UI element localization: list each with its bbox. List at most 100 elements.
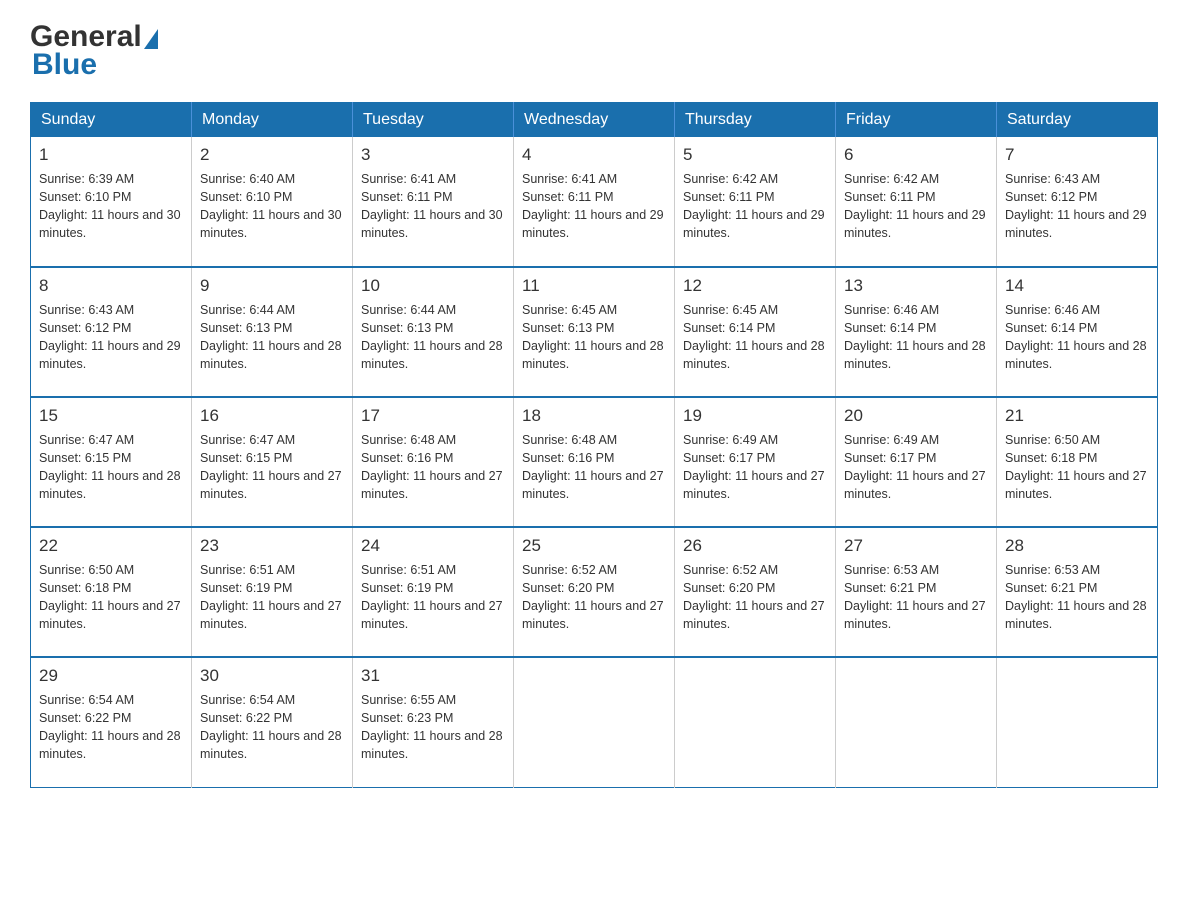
day-daylight: Daylight: 11 hours and 28 minutes. (361, 339, 503, 371)
day-sunset: Sunset: 6:13 PM (361, 321, 453, 335)
calendar-day-cell: 22Sunrise: 6:50 AMSunset: 6:18 PMDayligh… (31, 527, 192, 657)
weekday-header-monday: Monday (192, 103, 353, 138)
day-sunrise: Sunrise: 6:53 AM (844, 563, 939, 577)
day-number: 23 (200, 534, 344, 558)
calendar-day-cell: 11Sunrise: 6:45 AMSunset: 6:13 PMDayligh… (514, 267, 675, 397)
day-number: 28 (1005, 534, 1149, 558)
day-sunset: Sunset: 6:17 PM (683, 451, 775, 465)
calendar-week-row: 15 Sunrise: 6:47 AM Sunset: 6:15 PM Dayligh… (31, 397, 1158, 527)
day-number: 8 (39, 274, 183, 298)
day-daylight: Daylight: 11 hours and 27 minutes. (200, 599, 342, 631)
day-number: 3 (361, 143, 505, 167)
calendar-day-cell: 27Sunrise: 6:53 AMSunset: 6:21 PMDayligh… (836, 527, 997, 657)
day-number: 10 (361, 274, 505, 298)
day-sunset: Sunset: 6:23 PM (361, 711, 453, 725)
day-sunset: Sunset: 6:16 PM (522, 451, 614, 465)
day-sunset: Sunset: 6:21 PM (1005, 581, 1097, 595)
day-sunset: Sunset: 6:12 PM (39, 321, 131, 335)
day-sunrise: Sunrise: 6:51 AM (200, 563, 295, 577)
day-sunset: Sunset: 6:19 PM (361, 581, 453, 595)
day-sunrise: Sunrise: 6:48 AM (522, 433, 617, 447)
day-number: 25 (522, 534, 666, 558)
day-sunrise: Sunrise: 6:45 AM (683, 303, 778, 317)
day-sunrise: Sunrise: 6:46 AM (1005, 303, 1100, 317)
day-sunrise: Sunrise: 6:44 AM (200, 303, 295, 317)
day-sunset: Sunset: 6:13 PM (522, 321, 614, 335)
day-sunset: Sunset: 6:18 PM (1005, 451, 1097, 465)
calendar-day-cell (997, 657, 1158, 787)
day-sunrise: Sunrise: 6:49 AM (683, 433, 778, 447)
calendar-week-row: 8 Sunrise: 6:43 AM Sunset: 6:12 PM Daylight… (31, 267, 1158, 397)
calendar-day-cell: 4Sunrise: 6:41 AMSunset: 6:11 PMDaylight… (514, 137, 675, 267)
day-number: 12 (683, 274, 827, 298)
day-number: 2 (200, 143, 344, 167)
day-number: 11 (522, 274, 666, 298)
day-sunset: Sunset: 6:13 PM (200, 321, 292, 335)
calendar-day-cell: 7Sunrise: 6:43 AMSunset: 6:12 PMDaylight… (997, 137, 1158, 267)
calendar-day-cell: 12 Sunrise: 6:45 AM Sunset: 6:14 PM Dayligh… (675, 267, 836, 397)
calendar-day-cell: 25Sunrise: 6:52 AMSunset: 6:20 PMDayligh… (514, 527, 675, 657)
day-sunset: Sunset: 6:15 PM (39, 451, 131, 465)
day-number: 26 (683, 534, 827, 558)
day-number: 15 (39, 404, 183, 428)
day-sunrise: Sunrise: 6:55 AM (361, 693, 456, 707)
day-number: 21 (1005, 404, 1149, 428)
day-sunrise: Sunrise: 6:50 AM (39, 563, 134, 577)
day-daylight: Daylight: 11 hours and 29 minutes. (844, 208, 986, 240)
day-sunset: Sunset: 6:10 PM (200, 190, 292, 204)
day-sunrise: Sunrise: 6:52 AM (522, 563, 617, 577)
day-daylight: Daylight: 11 hours and 27 minutes. (1005, 469, 1147, 501)
day-number: 30 (200, 664, 344, 688)
day-daylight: Daylight: 11 hours and 28 minutes. (1005, 339, 1147, 371)
day-number: 4 (522, 143, 666, 167)
day-sunset: Sunset: 6:14 PM (1005, 321, 1097, 335)
calendar-day-cell: 30Sunrise: 6:54 AMSunset: 6:22 PMDayligh… (192, 657, 353, 787)
calendar-day-cell: 1Sunrise: 6:39 AMSunset: 6:10 PMDaylight… (31, 137, 192, 267)
day-daylight: Daylight: 11 hours and 27 minutes. (683, 599, 825, 631)
day-number: 20 (844, 404, 988, 428)
day-number: 17 (361, 404, 505, 428)
day-sunset: Sunset: 6:10 PM (39, 190, 131, 204)
day-number: 18 (522, 404, 666, 428)
day-sunrise: Sunrise: 6:39 AM (39, 172, 134, 186)
weekday-header-thursday: Thursday (675, 103, 836, 138)
day-daylight: Daylight: 11 hours and 28 minutes. (200, 339, 342, 371)
day-sunrise: Sunrise: 6:53 AM (1005, 563, 1100, 577)
day-sunset: Sunset: 6:21 PM (844, 581, 936, 595)
day-daylight: Daylight: 11 hours and 27 minutes. (844, 469, 986, 501)
day-sunset: Sunset: 6:14 PM (683, 321, 775, 335)
day-daylight: Daylight: 11 hours and 27 minutes. (361, 469, 503, 501)
calendar-day-cell: 8Sunrise: 6:43 AMSunset: 6:12 PMDaylight… (31, 267, 192, 397)
day-daylight: Daylight: 11 hours and 28 minutes. (683, 339, 825, 371)
calendar-day-cell: 29Sunrise: 6:54 AMSunset: 6:22 PMDayligh… (31, 657, 192, 787)
day-sunset: Sunset: 6:11 PM (361, 190, 453, 204)
day-daylight: Daylight: 11 hours and 27 minutes. (39, 599, 181, 631)
calendar-day-cell: 28 Sunrise: 6:53 AM Sunset: 6:21 PM Dayligh… (997, 527, 1158, 657)
calendar-day-cell (514, 657, 675, 787)
day-sunset: Sunset: 6:14 PM (844, 321, 936, 335)
day-sunrise: Sunrise: 6:43 AM (1005, 172, 1100, 186)
calendar-day-cell: 10Sunrise: 6:44 AMSunset: 6:13 PMDayligh… (353, 267, 514, 397)
calendar-day-cell: 16Sunrise: 6:47 AMSunset: 6:15 PMDayligh… (192, 397, 353, 527)
day-daylight: Daylight: 11 hours and 28 minutes. (522, 339, 664, 371)
day-sunrise: Sunrise: 6:54 AM (39, 693, 134, 707)
calendar-day-cell: 13Sunrise: 6:46 AMSunset: 6:14 PMDayligh… (836, 267, 997, 397)
calendar-week-row: 1Sunrise: 6:39 AMSunset: 6:10 PMDaylight… (31, 137, 1158, 267)
calendar-week-row: 22Sunrise: 6:50 AMSunset: 6:18 PMDayligh… (31, 527, 1158, 657)
logo: General Blue (30, 20, 160, 82)
day-sunrise: Sunrise: 6:49 AM (844, 433, 939, 447)
day-sunset: Sunset: 6:11 PM (522, 190, 614, 204)
day-sunset: Sunset: 6:12 PM (1005, 190, 1097, 204)
calendar-day-cell: 20Sunrise: 6:49 AMSunset: 6:17 PMDayligh… (836, 397, 997, 527)
day-sunset: Sunset: 6:16 PM (361, 451, 453, 465)
day-number: 6 (844, 143, 988, 167)
calendar-day-cell: 3Sunrise: 6:41 AMSunset: 6:11 PMDaylight… (353, 137, 514, 267)
calendar-table: SundayMondayTuesdayWednesdayThursdayFrid… (30, 102, 1158, 788)
day-sunrise: Sunrise: 6:43 AM (39, 303, 134, 317)
day-sunrise: Sunrise: 6:47 AM (39, 433, 134, 447)
calendar-day-cell (836, 657, 997, 787)
day-daylight: Daylight: 11 hours and 28 minutes. (1005, 599, 1147, 631)
day-number: 9 (200, 274, 344, 298)
calendar-week-row: 29Sunrise: 6:54 AMSunset: 6:22 PMDayligh… (31, 657, 1158, 787)
calendar-day-cell: 14Sunrise: 6:46 AMSunset: 6:14 PMDayligh… (997, 267, 1158, 397)
